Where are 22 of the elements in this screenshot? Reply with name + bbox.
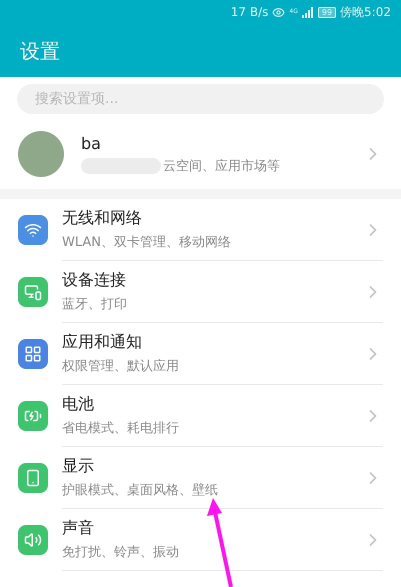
setting-title[interactable]: 设备连接	[62, 270, 355, 291]
page-title: 设置	[19, 38, 61, 65]
battery-level: 99	[318, 6, 336, 18]
signal-icon	[302, 6, 314, 18]
setting-subtitle: 权限管理、默认应用	[62, 358, 180, 375]
setting-title[interactable]: 应用和通知	[62, 332, 355, 353]
setting-title[interactable]: 声音	[62, 518, 355, 539]
avatar[interactable]	[18, 131, 64, 177]
setting-subtitle: 护眼模式、桌面风格、壁纸	[62, 482, 219, 499]
setting-subtitle: 蓝牙、打印	[62, 296, 128, 313]
setting-subtitle: 免打扰、铃声、振动	[62, 544, 180, 561]
account-subtitle: 云空间、应用市场等	[163, 158, 280, 174]
setting-title[interactable]: 显示	[62, 456, 355, 477]
clock: 傍晚5:02	[340, 4, 391, 20]
account-name: ba	[81, 134, 102, 152]
setting-subtitle: 省电模式、耗电排行	[62, 420, 180, 437]
setting-subtitle: WLAN、双卡管理、移动网络	[62, 234, 232, 251]
setting-title[interactable]: 电池	[62, 394, 355, 415]
eye-icon	[272, 6, 286, 18]
setting-title[interactable]: 无线和网络	[62, 208, 355, 229]
network-speed: 17 B/s	[230, 5, 268, 19]
search-field[interactable]: 搜索设置项...	[17, 84, 384, 114]
